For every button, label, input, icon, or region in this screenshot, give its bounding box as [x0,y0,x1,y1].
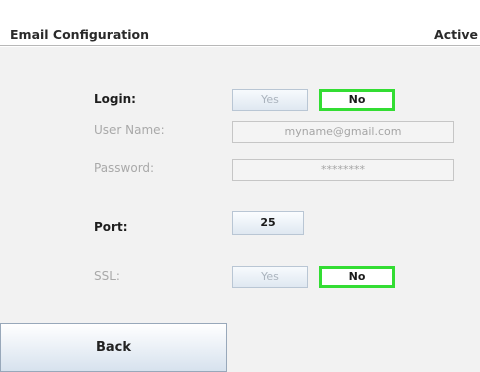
status-label: Active [434,27,478,42]
username-label: User Name: [94,123,165,137]
login-no-button[interactable]: No [319,89,395,111]
email-configuration-screen: Email Configuration Active Login: Yes No… [0,0,480,372]
login-label: Login: [94,92,136,106]
password-field: ******** [232,159,454,181]
ssl-no-button[interactable]: No [319,266,395,288]
username-field: myname@gmail.com [232,121,454,143]
back-button[interactable]: Back [0,323,227,372]
header-divider [0,45,480,46]
login-yes-button[interactable]: Yes [232,89,308,111]
page-title: Email Configuration [10,27,150,42]
ssl-yes-button[interactable]: Yes [232,266,308,288]
ssl-label: SSL: [94,269,120,283]
port-input[interactable]: 25 [232,211,304,235]
port-label: Port: [94,220,128,234]
password-label: Password: [94,161,155,175]
config-panel: Login: Yes No User Name: myname@gmail.co… [0,47,480,372]
header-bar: Email Configuration Active [0,0,480,47]
